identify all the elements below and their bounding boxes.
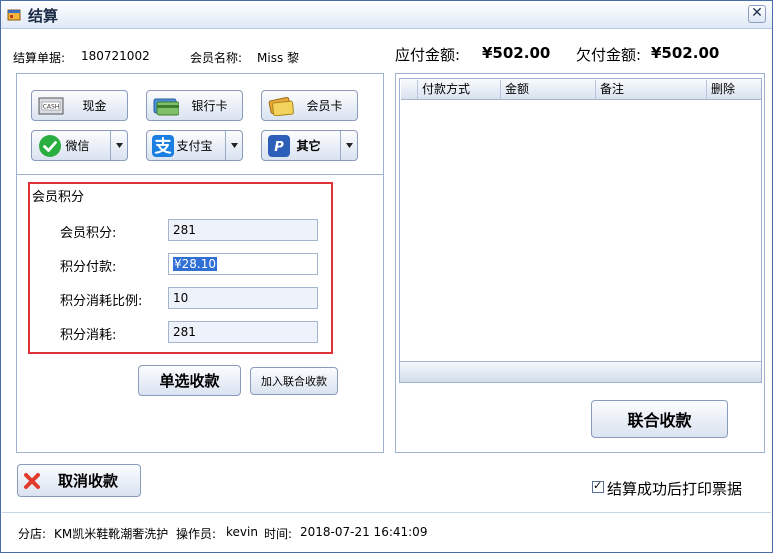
member-name-value: Miss 黎 xyxy=(257,51,300,65)
alipay-dropdown[interactable] xyxy=(225,131,242,160)
branch-label: 分店: xyxy=(18,527,47,541)
amount-owed-value: ¥502.00 xyxy=(651,44,720,62)
add-combined-button[interactable]: 加入联合收款 xyxy=(250,367,338,395)
bill-no-label: 结算单据: xyxy=(13,51,66,65)
operator-label: 操作员: xyxy=(176,527,217,541)
points-label: 会员积分: xyxy=(60,226,117,241)
check-icon: ✓ xyxy=(593,479,603,492)
cash-label: 现金 xyxy=(82,99,107,113)
member-points-title: 会员积分 xyxy=(32,190,85,205)
status-bar: 分店: KM凯米鞋靴潮奢洗护 操作员: kevin 时间: 2018-07-21… xyxy=(2,512,771,552)
col-amount[interactable]: 金额 xyxy=(500,80,595,99)
grid-horizontal-scrollbar[interactable] xyxy=(400,361,761,382)
checkout-window: 结算 ✕ 结算单据: 180721002 会员名称: Miss 黎 应付金额: … xyxy=(0,0,773,553)
col-delete[interactable]: 删除 xyxy=(706,80,761,99)
member-card-button[interactable]: 会员卡 xyxy=(261,90,358,121)
bank-card-button[interactable]: 银行卡 xyxy=(146,90,243,121)
col-remark[interactable]: 备注 xyxy=(595,80,706,99)
bank-card-label: 银行卡 xyxy=(191,99,228,113)
points-payment-value: ¥28.10 xyxy=(173,257,217,271)
print-after-label: 结算成功后打印票据 xyxy=(607,480,743,498)
wechat-button[interactable]: 微信 xyxy=(31,130,128,161)
consumed-label: 积分消耗: xyxy=(60,328,117,343)
col-payment-method[interactable]: 付款方式 xyxy=(417,80,500,99)
close-button[interactable]: ✕ xyxy=(748,5,766,23)
amount-owed-label: 欠付金额: xyxy=(576,46,642,64)
chevron-down-icon xyxy=(230,143,238,148)
other-dropdown[interactable] xyxy=(340,131,357,160)
time-label: 时间: xyxy=(264,527,293,541)
chevron-down-icon xyxy=(115,143,123,148)
grid-row-indicator xyxy=(401,80,417,99)
alipay-button[interactable]: 支 支付宝 xyxy=(146,130,243,161)
close-icon: ✕ xyxy=(751,5,763,21)
payment-grid xyxy=(399,78,762,383)
bill-no-value: 180721002 xyxy=(81,49,150,63)
amount-due-label: 应付金额: xyxy=(395,46,461,64)
print-after-checkbox[interactable]: ✓ xyxy=(592,479,604,493)
combined-pay-button[interactable]: 联合收款 xyxy=(591,400,728,438)
single-pay-button[interactable]: 单选收款 xyxy=(138,365,241,396)
cancel-pay-button[interactable]: 取消收款 xyxy=(17,464,141,497)
ratio-field[interactable]: 10 xyxy=(168,287,318,309)
points-field[interactable]: 281 xyxy=(168,219,318,241)
ratio-label: 积分消耗比例: xyxy=(60,294,143,309)
chevron-down-icon xyxy=(345,143,353,148)
member-card-label: 会员卡 xyxy=(306,99,343,113)
cash-button[interactable]: CASH 现金 xyxy=(31,90,128,121)
grid-header: 付款方式 金额 备注 删除 xyxy=(401,80,761,100)
member-name-label: 会员名称: xyxy=(190,51,243,65)
wechat-dropdown[interactable] xyxy=(110,131,127,160)
cancel-pay-label: 取消收款 xyxy=(57,472,118,490)
window-title: 结算 xyxy=(28,7,59,25)
points-payment-label: 积分付款: xyxy=(60,260,117,275)
time-value: 2018-07-21 16:41:09 xyxy=(300,525,428,539)
amount-due-value: ¥502.00 xyxy=(482,44,551,62)
title-bar: 结算 ✕ xyxy=(1,1,772,29)
points-payment-field[interactable]: ¥28.10 xyxy=(168,253,318,275)
other-button[interactable]: P 其它 xyxy=(261,130,358,161)
consumed-field[interactable]: 281 xyxy=(168,321,318,343)
app-window-icon xyxy=(7,9,21,21)
branch-value: KM凯米鞋靴潮奢洗护 xyxy=(54,527,169,541)
operator-value: kevin xyxy=(226,525,258,539)
